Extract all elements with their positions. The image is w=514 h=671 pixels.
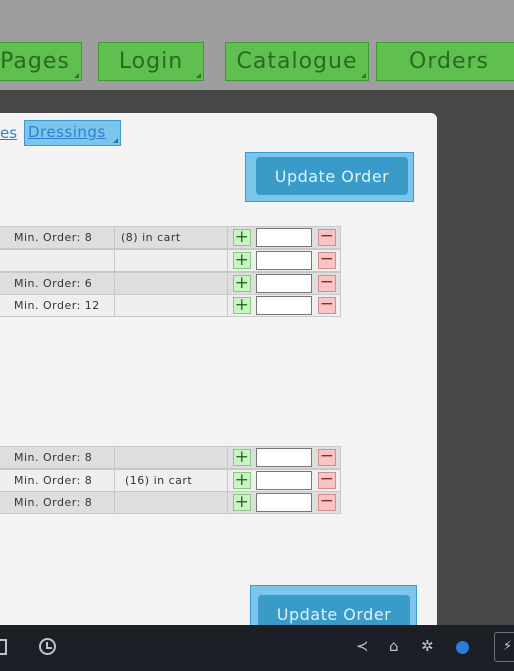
min-order-cell: Min. Order: 8 <box>0 226 115 249</box>
min-order-cell: Min. Order: 8 <box>0 491 115 514</box>
min-order-cell: Min. Order: 6 <box>0 272 115 295</box>
quantity-controls: + − <box>227 469 341 492</box>
table-row: Min. Order: 8 + − <box>0 491 341 514</box>
increase-quantity-button[interactable]: + <box>233 472 251 489</box>
decrease-quantity-button[interactable]: − <box>318 471 336 489</box>
breadcrumb-current-label: Dressings <box>28 123 106 141</box>
decrease-quantity-button[interactable]: − <box>318 448 336 466</box>
gear-icon[interactable]: ✲ <box>421 637 434 655</box>
quantity-input[interactable] <box>256 228 312 247</box>
in-cart-cell <box>114 294 228 317</box>
nav-tab-label: Pages <box>0 49 70 74</box>
min-order-cell: Min. Order: 8 <box>0 446 115 469</box>
in-cart-cell: (8) in cart <box>114 226 228 249</box>
in-cart-cell <box>114 446 228 469</box>
quantity-controls: + − <box>227 491 341 514</box>
quantity-input[interactable] <box>256 471 312 490</box>
table-row: Min. Order: 8 + − <box>0 446 341 469</box>
increase-quantity-button[interactable]: + <box>233 449 251 466</box>
decrease-quantity-button[interactable]: − <box>318 251 336 269</box>
nav-tab-login[interactable]: Login <box>98 42 204 81</box>
min-order-cell <box>0 249 115 272</box>
in-cart-cell <box>114 249 228 272</box>
bolt-icon[interactable]: ⚡ <box>494 632 514 662</box>
quantity-input[interactable] <box>256 493 312 512</box>
update-order-highlight-bottom: Update Order <box>250 585 417 633</box>
quantity-controls: + − <box>227 272 341 295</box>
increase-quantity-button[interactable]: + <box>233 252 251 269</box>
decrease-quantity-button[interactable]: − <box>318 274 336 292</box>
nav-tab-label: Catalogue <box>236 49 358 74</box>
update-order-button-top[interactable]: Update Order <box>256 157 408 195</box>
increase-quantity-button[interactable]: + <box>233 494 251 511</box>
document-icon[interactable] <box>0 639 7 655</box>
nav-tab-label: Login <box>118 49 184 74</box>
increase-quantity-button[interactable]: + <box>233 275 251 292</box>
decrease-quantity-button[interactable]: − <box>318 228 336 246</box>
increase-quantity-button[interactable]: + <box>233 297 251 314</box>
in-cart-cell <box>114 272 228 295</box>
decrease-quantity-button[interactable]: − <box>318 493 336 511</box>
decrease-quantity-button[interactable]: − <box>318 296 336 314</box>
quantity-controls: + − <box>227 446 341 469</box>
table-row: Min. Order: 12 + − <box>0 294 341 317</box>
table-row: Min. Order: 8 (8) in cart + − <box>0 226 341 249</box>
clock-icon[interactable] <box>39 638 56 655</box>
breadcrumb-dressings-link[interactable]: Dressings <box>24 120 121 146</box>
table-row: Min. Order: 8 (16) in cart + − <box>0 469 341 492</box>
nav-tab-pages[interactable]: Pages <box>0 42 82 81</box>
nav-tab-catalogue[interactable]: Catalogue <box>225 42 369 81</box>
breadcrumb-previous-link[interactable]: es <box>0 124 17 142</box>
increase-quantity-button[interactable]: + <box>233 229 251 246</box>
share-icon[interactable]: ≺ <box>356 637 369 655</box>
nav-tab-orders[interactable]: Orders <box>376 42 514 81</box>
table-row: Min. Order: 6 + − <box>0 272 341 295</box>
status-dot-icon[interactable] <box>456 641 469 654</box>
resize-corner-icon <box>113 138 118 143</box>
min-order-cell: Min. Order: 12 <box>0 294 115 317</box>
quantity-controls: + − <box>227 226 341 249</box>
quantity-input[interactable] <box>256 274 312 293</box>
quantity-input[interactable] <box>256 448 312 467</box>
in-cart-cell: (16) in cart <box>114 469 228 492</box>
update-order-highlight-top: Update Order <box>245 152 414 202</box>
resize-corner-icon <box>361 73 366 78</box>
table-row: + − <box>0 249 341 272</box>
min-order-cell: Min. Order: 8 <box>0 469 115 492</box>
resize-corner-icon <box>196 73 201 78</box>
quantity-input[interactable] <box>256 251 312 270</box>
nav-tab-label: Orders <box>409 49 489 74</box>
home-icon[interactable]: ⌂ <box>389 637 399 655</box>
in-cart-cell <box>114 491 228 514</box>
resize-corner-icon <box>74 73 79 78</box>
quantity-input[interactable] <box>256 296 312 315</box>
quantity-controls: + − <box>227 294 341 317</box>
taskbar <box>0 625 514 671</box>
quantity-controls: + − <box>227 249 341 272</box>
